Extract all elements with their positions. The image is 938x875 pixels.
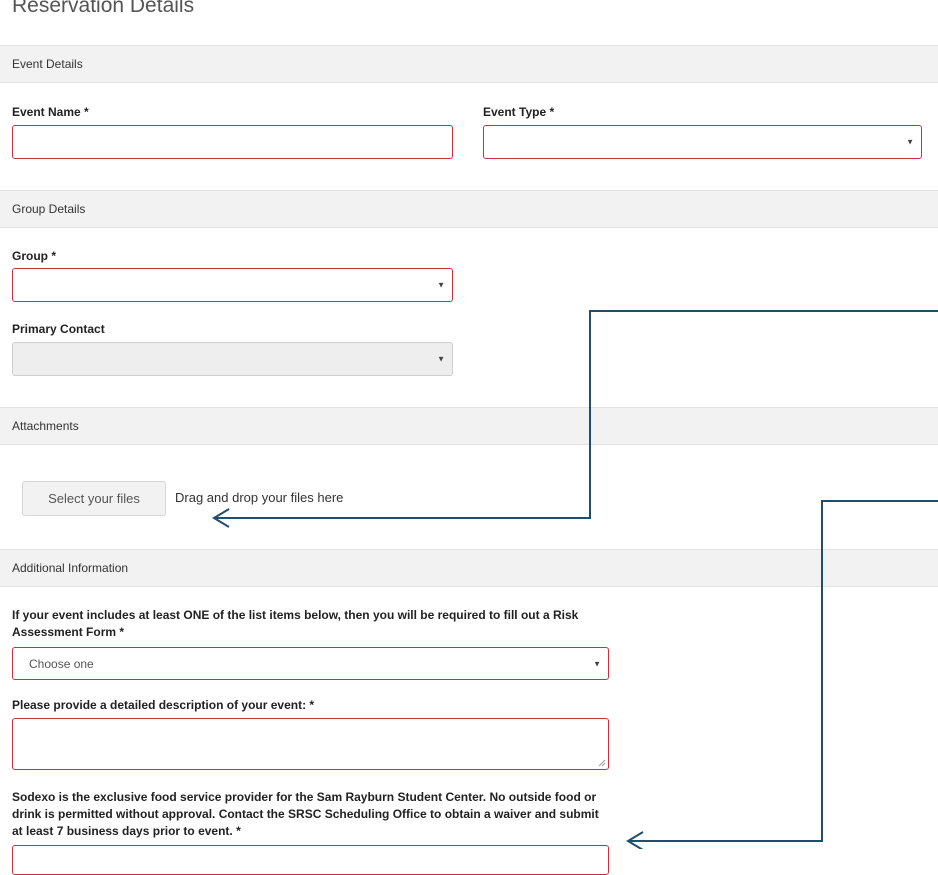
arrow-left-icon <box>212 310 938 528</box>
food-waiver-field[interactable] <box>12 845 609 875</box>
annotation-arrows <box>212 310 938 849</box>
arrow-left-icon <box>626 500 938 849</box>
